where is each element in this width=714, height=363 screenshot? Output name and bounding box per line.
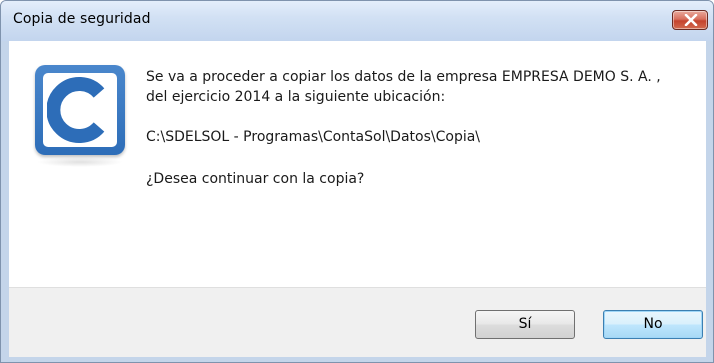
dialog-window: Copia de seguridad Se va a proceder a co… bbox=[0, 0, 714, 363]
no-button[interactable]: No bbox=[603, 310, 703, 339]
close-icon bbox=[684, 14, 698, 26]
destination-path: C:\SDELSOL - Programas\ContaSol\Datos\Co… bbox=[146, 129, 481, 145]
yes-button[interactable]: Sí bbox=[475, 310, 575, 339]
close-button[interactable] bbox=[672, 10, 708, 30]
message-line-1: Se va a proceder a copiar los datos de l… bbox=[146, 69, 661, 85]
message-line-2: del ejercicio 2014 a la siguiente ubicac… bbox=[146, 89, 446, 105]
title-bar[interactable]: Copia de seguridad bbox=[1, 1, 713, 41]
button-bar: Sí No bbox=[9, 287, 706, 357]
contasol-logo-icon bbox=[35, 65, 125, 155]
window-title: Copia de seguridad bbox=[13, 11, 151, 27]
logo-reflection bbox=[37, 157, 123, 167]
confirm-question: ¿Desea continuar con la copia? bbox=[146, 171, 365, 187]
dialog-content: Se va a proceder a copiar los datos de l… bbox=[9, 41, 706, 287]
